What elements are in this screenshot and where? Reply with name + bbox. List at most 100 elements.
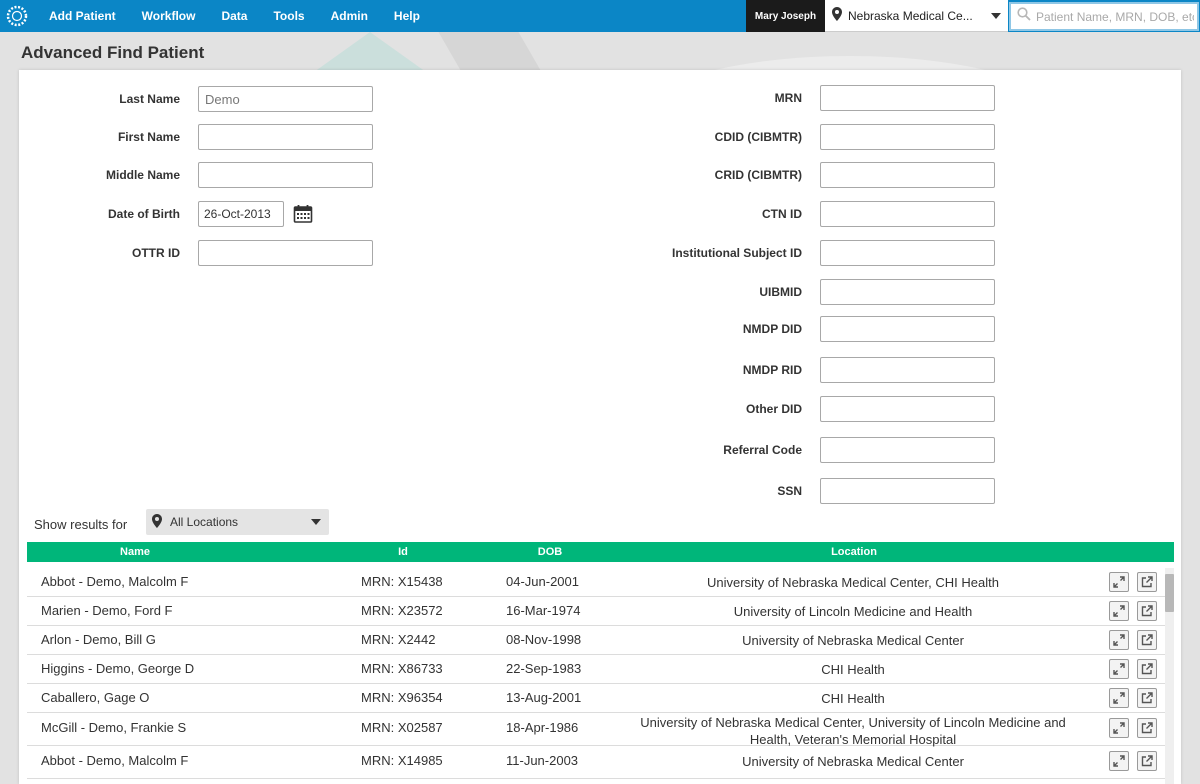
ctn-id-field[interactable] <box>820 201 995 227</box>
table-row[interactable]: Arlon - Demo, Bill G MRN: X2442 08-Nov-199… <box>27 626 1165 655</box>
nmdp-did-field[interactable] <box>820 316 995 342</box>
row-patient-location: University of Nebraska Medical Center, C… <box>707 575 999 590</box>
ssn-label: SSN <box>777 484 802 498</box>
switch-patient-icon[interactable] <box>1109 688 1129 708</box>
row-actions <box>1109 659 1157 679</box>
open-new-window-icon[interactable] <box>1137 688 1157 708</box>
other-did-field[interactable] <box>820 396 995 422</box>
column-header-id[interactable]: Id <box>398 546 408 558</box>
ssn-field[interactable] <box>820 478 995 504</box>
column-header-name[interactable]: Name <box>120 546 150 558</box>
other-did-label: Other DID <box>745 402 802 416</box>
row-patient-location: University of Nebraska Medical Center <box>742 633 964 648</box>
chevron-down-icon <box>991 13 1001 19</box>
row-patient-location: University of Nebraska Medical Center <box>742 754 964 769</box>
row-patient-id: MRN: X02587 <box>361 720 443 735</box>
nav-item-data[interactable]: Data <box>208 0 260 32</box>
switch-patient-icon[interactable] <box>1109 630 1129 650</box>
open-new-window-icon[interactable] <box>1137 601 1157 621</box>
search-panel: Last Name First Name Middle Name Date of… <box>19 70 1181 784</box>
results-location-dropdown[interactable]: All Locations <box>146 509 329 535</box>
table-row[interactable]: Caballero, Gage O MRN: X96354 13-Aug-2001 C… <box>27 684 1165 713</box>
row-patient-name: Marien - Demo, Ford F <box>41 603 173 618</box>
results-scrollbar-thumb[interactable] <box>1165 574 1174 612</box>
row-patient-name: Caballero, Gage O <box>41 690 150 705</box>
column-header-dob[interactable]: DOB <box>538 546 562 558</box>
row-patient-id: MRN: X2442 <box>361 632 436 647</box>
map-pin-icon <box>832 7 842 24</box>
ctn-id-row: CTN ID <box>19 201 995 227</box>
row-patient-id: MRN: X23572 <box>361 603 443 618</box>
open-new-window-icon[interactable] <box>1137 659 1157 679</box>
row-actions <box>1109 572 1157 592</box>
institutional-subject-id-row: Institutional Subject ID <box>19 240 995 266</box>
nmdp-rid-field[interactable] <box>820 357 995 383</box>
crid-row: CRID (CIBMTR) <box>19 162 995 188</box>
row-patient-id: MRN: X86733 <box>361 661 443 676</box>
row-patient-location: CHI Health <box>821 691 885 706</box>
main-menu: Add Patient Workflow Data Tools Admin Help <box>36 0 433 32</box>
crid-field[interactable] <box>820 162 995 188</box>
table-row[interactable]: Marien - Demo, Ford F MRN: X23572 16-Mar-1… <box>27 597 1165 626</box>
row-patient-id: MRN: X14985 <box>361 753 443 768</box>
row-patient-dob: 13-Aug-2001 <box>506 690 582 705</box>
row-patient-id: MRN: X96354 <box>361 690 443 705</box>
row-actions <box>1109 751 1157 771</box>
referral-code-field[interactable] <box>820 437 995 463</box>
logo-icon[interactable] <box>0 0 34 32</box>
results-table-body: Abbot - Demo, Malcolm F MRN: X15438 04-Jun… <box>27 568 1165 779</box>
open-new-window-icon[interactable] <box>1137 572 1157 592</box>
nmdp-did-row: NMDP DID <box>19 316 995 342</box>
nav-item-help[interactable]: Help <box>381 0 433 32</box>
row-patient-id: MRN: X15438 <box>361 574 443 589</box>
row-patient-name: Higgins - Demo, George D <box>41 661 195 676</box>
nmdp-rid-label: NMDP RID <box>742 363 802 377</box>
switch-patient-icon[interactable] <box>1109 601 1129 621</box>
nav-item-tools[interactable]: Tools <box>260 0 317 32</box>
table-row[interactable]: Higgins - Demo, George D MRN: X86733 22-Se… <box>27 655 1165 684</box>
ctn-id-label: CTN ID <box>762 207 802 221</box>
switch-patient-icon[interactable] <box>1109 659 1129 679</box>
column-header-location[interactable]: Location <box>831 546 877 558</box>
results-location-value: All Locations <box>170 515 239 529</box>
open-new-window-icon[interactable] <box>1137 630 1157 650</box>
institutional-subject-id-label: Institutional Subject ID <box>671 246 802 260</box>
map-pin-icon <box>152 513 162 531</box>
location-selector[interactable]: Nebraska Medical Ce... <box>825 0 1008 32</box>
uibmid-label: UIBMID <box>759 285 802 299</box>
open-new-window-icon[interactable] <box>1137 718 1157 738</box>
row-patient-name: Abbot - Demo, Malcolm F <box>41 753 189 768</box>
row-patient-location: University of Nebraska Medical Center, U… <box>640 715 1066 747</box>
uibmid-field[interactable] <box>820 279 995 305</box>
row-actions <box>1109 630 1157 650</box>
user-name[interactable]: Mary Joseph <box>746 0 825 32</box>
cdid-field[interactable] <box>820 124 995 150</box>
patient-search-input[interactable] <box>1036 9 1194 24</box>
nav-item-add-patient[interactable]: Add Patient <box>36 0 129 32</box>
row-patient-dob: 04-Jun-2001 <box>506 574 579 589</box>
location-selector-label: Nebraska Medical Ce... <box>848 8 973 23</box>
nav-item-workflow[interactable]: Workflow <box>129 0 209 32</box>
institutional-subject-id-field[interactable] <box>820 240 995 266</box>
referral-code-row: Referral Code <box>19 437 995 463</box>
page-title: Advanced Find Patient <box>21 43 205 62</box>
switch-patient-icon[interactable] <box>1109 718 1129 738</box>
table-row[interactable]: Abbot - Demo, Malcolm F MRN: X15438 04-Jun… <box>27 568 1165 597</box>
patient-search[interactable] <box>1009 2 1199 31</box>
nmdp-did-label: NMDP DID <box>742 322 802 336</box>
row-patient-dob: 08-Nov-1998 <box>506 632 582 647</box>
nav-item-admin[interactable]: Admin <box>318 0 381 32</box>
show-results-label: Show results for <box>34 517 128 532</box>
results-table-header: Name Id DOB Location <box>27 542 1174 562</box>
crid-label: CRID (CIBMTR) <box>714 168 802 182</box>
table-row[interactable]: McGill - Demo, Frankie S MRN: X02587 18-Ap… <box>27 713 1165 747</box>
switch-patient-icon[interactable] <box>1109 572 1129 592</box>
mrn-field[interactable] <box>820 85 995 111</box>
uibmid-row: UIBMID <box>19 279 995 305</box>
switch-patient-icon[interactable] <box>1109 751 1129 771</box>
row-actions <box>1109 718 1157 738</box>
row-patient-location: CHI Health <box>821 662 885 677</box>
table-row[interactable]: Abbot - Demo, Malcolm F MRN: X14985 11-Jun… <box>27 746 1165 779</box>
row-patient-name: Abbot - Demo, Malcolm F <box>41 574 189 589</box>
open-new-window-icon[interactable] <box>1137 751 1157 771</box>
